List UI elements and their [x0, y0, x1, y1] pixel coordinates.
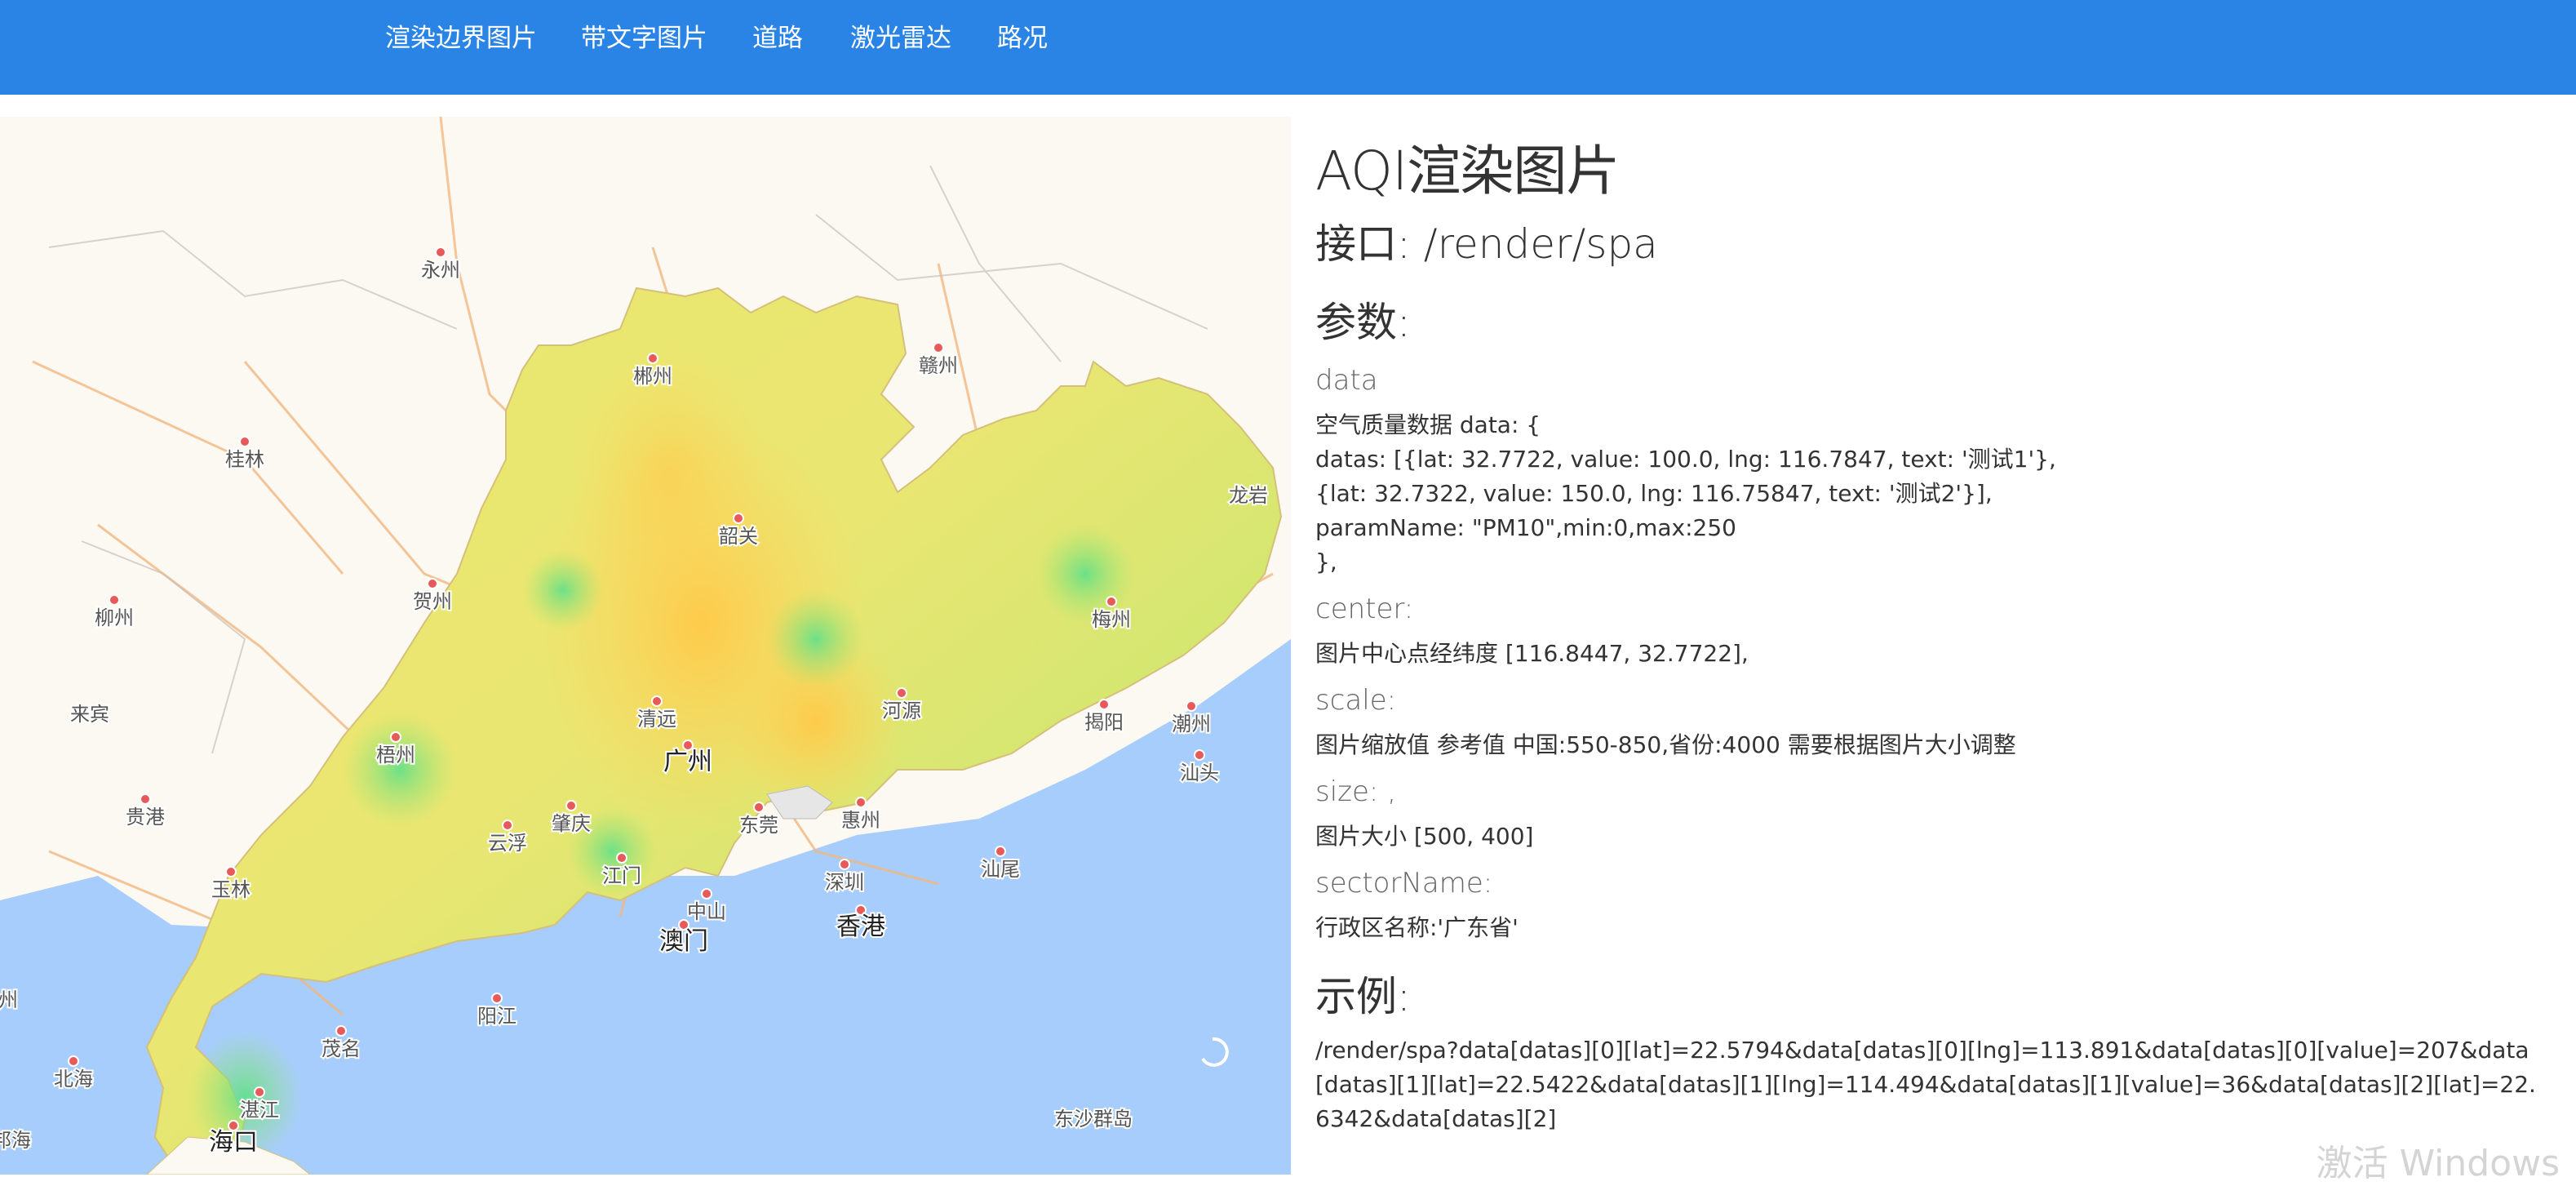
param-name: center:: [1315, 593, 1414, 625]
city-marker-icon: [1098, 699, 1110, 710]
param-name: size: ,: [1315, 775, 1396, 808]
city-label: 龙岩: [1229, 484, 1268, 507]
param-size: size: , 图片大小 [500, 400]: [1315, 771, 2556, 854]
param-name: sectorName:: [1315, 867, 1493, 899]
heat-coolspot-3: [767, 590, 865, 688]
city-marker-icon: [701, 888, 712, 899]
city-marker-icon: [753, 802, 765, 813]
param-desc: 图片缩放值 参考值 中国:550-850,省份:4000 需要根据图片大小调整: [1315, 731, 2016, 758]
top-navbar: 渲染边界图片 带文字图片 道路 激光雷达 路况: [0, 0, 2576, 95]
city-marker-icon: [390, 731, 401, 743]
city-label: 玉林: [211, 878, 251, 901]
city-label: 梧州: [376, 744, 415, 766]
city-label: 湛江: [240, 1099, 279, 1122]
example-url[interactable]: /render/spa?data[datas][0][lat]=22.5794&…: [1315, 1033, 2539, 1136]
city-label: 东莞: [739, 814, 778, 837]
doc-panel: AQI渲染图片 接口: /render/spa 参数: data 空气质量数据 …: [1315, 137, 2556, 1136]
page-title: AQI渲染图片: [1315, 140, 1620, 202]
city-label: 桂林: [225, 448, 264, 471]
city-marker-icon: [225, 866, 237, 877]
nav-item-traffic[interactable]: 路况: [997, 18, 1048, 59]
api-endpoint: 接口: /render/spa: [1315, 220, 1658, 268]
city-marker-icon: [140, 793, 151, 805]
city-marker-icon: [651, 695, 663, 707]
city-marker-icon: [1106, 596, 1117, 607]
param-sector-name: sectorName: 行政区名称:'广东省': [1315, 862, 2556, 945]
city-label: 北海: [54, 1068, 93, 1090]
city-marker-icon: [335, 1025, 347, 1037]
city-marker-icon: [616, 852, 627, 864]
params-heading: 参数:: [1315, 299, 1411, 346]
city-label: 潮州: [1172, 713, 1211, 735]
param-data: data 空气质量数据 data: { datas: [{lat: 32.772…: [1315, 359, 2556, 580]
city-marker-icon: [647, 353, 658, 364]
param-name: scale:: [1315, 684, 1397, 717]
city-label: 汕头: [1180, 762, 1219, 784]
example-heading: 示例:: [1315, 973, 1411, 1020]
city-marker-icon: [491, 993, 503, 1004]
city-marker-icon: [109, 594, 120, 606]
city-marker-icon: [896, 687, 907, 699]
city-marker-icon: [502, 820, 513, 831]
city-label: 汕尾: [981, 858, 1020, 881]
nav-item-render-boundary[interactable]: 渲染边界图片: [385, 18, 537, 59]
city-label: 香港: [836, 913, 885, 941]
city-label: 澳门: [659, 927, 708, 956]
city-label: 海口: [209, 1128, 258, 1157]
city-label: 肇庆: [552, 812, 591, 835]
param-scale: scale: 图片缩放值 参考值 中国:550-850,省份:4000 需要根据…: [1315, 679, 2556, 762]
nav-item-lidar[interactable]: 激光雷达: [850, 18, 951, 59]
param-desc: 行政区名称:'广东省': [1315, 914, 1519, 941]
city-label: 清远: [637, 708, 676, 731]
city-label: 江门: [602, 864, 641, 887]
heat-coolspot-2: [522, 549, 604, 631]
heat-coolspot-1: [343, 713, 457, 827]
city-label: 梅州: [1092, 608, 1131, 631]
city-label: 东沙群岛: [1054, 1108, 1133, 1130]
param-desc: 图片大小 [500, 400]: [1315, 823, 1534, 850]
city-label: 茂名: [321, 1037, 361, 1060]
param-desc: 图片中心点经纬度 [116.8447, 32.7722],: [1315, 640, 1749, 667]
city-marker-icon: [565, 800, 577, 811]
map-svg: 永州郴州 赣州桂林韶关 龙岩贺州柳州 梅州来宾 清远 河源揭阳 潮州梧州汕头 广州贵港 肇庆 东莞…: [0, 117, 1291, 1175]
city-marker-icon: [855, 797, 867, 808]
city-marker-icon: [239, 436, 251, 447]
nav-item-text-image[interactable]: 带文字图片: [581, 18, 707, 59]
city-label: 深圳: [825, 871, 864, 894]
city-label: 阳江: [477, 1005, 517, 1028]
city-marker-icon: [1194, 749, 1205, 761]
city-marker-icon: [839, 859, 850, 870]
param-name: data: [1315, 364, 1378, 397]
city-marker-icon: [995, 846, 1006, 857]
city-marker-icon: [933, 342, 944, 353]
city-label: 邦海: [0, 1129, 31, 1152]
city-label: 云浮: [488, 832, 527, 855]
city-marker-icon: [68, 1055, 79, 1067]
city-label: 中山: [687, 900, 726, 923]
city-label: 郴州: [633, 365, 672, 388]
city-marker-icon: [733, 513, 744, 524]
city-marker-icon: [427, 578, 438, 589]
city-label: 揭阳: [1084, 711, 1124, 734]
city-label: 州: [0, 988, 18, 1011]
city-label: 柳州: [95, 606, 134, 629]
city-label: 贺州: [413, 590, 452, 613]
city-label: 赣州: [919, 354, 958, 377]
aqi-map-image: 永州郴州 赣州桂林韶关 龙岩贺州柳州 梅州来宾 清远 河源揭阳 潮州梧州汕头 广州贵港 肇庆 东莞…: [0, 117, 1291, 1175]
city-marker-icon: [254, 1086, 265, 1098]
city-marker-icon: [1186, 700, 1197, 712]
windows-activation-watermark: 激活 Windows: [2316, 1143, 2560, 1184]
city-label: 永州: [421, 259, 460, 282]
nav-item-road[interactable]: 道路: [752, 18, 803, 59]
city-label: 韶关: [719, 525, 758, 548]
city-label: 贵港: [126, 806, 165, 828]
city-label: 广州: [663, 748, 712, 776]
city-label: 惠州: [841, 809, 880, 832]
city-label: 来宾: [70, 703, 109, 726]
city-marker-icon: [435, 247, 446, 258]
param-center: center: 图片中心点经纬度 [116.8447, 32.7722],: [1315, 588, 2556, 671]
param-desc: 空气质量数据 data: { datas: [{lat: 32.7722, va…: [1315, 411, 2056, 575]
city-label: 河源: [882, 700, 921, 722]
